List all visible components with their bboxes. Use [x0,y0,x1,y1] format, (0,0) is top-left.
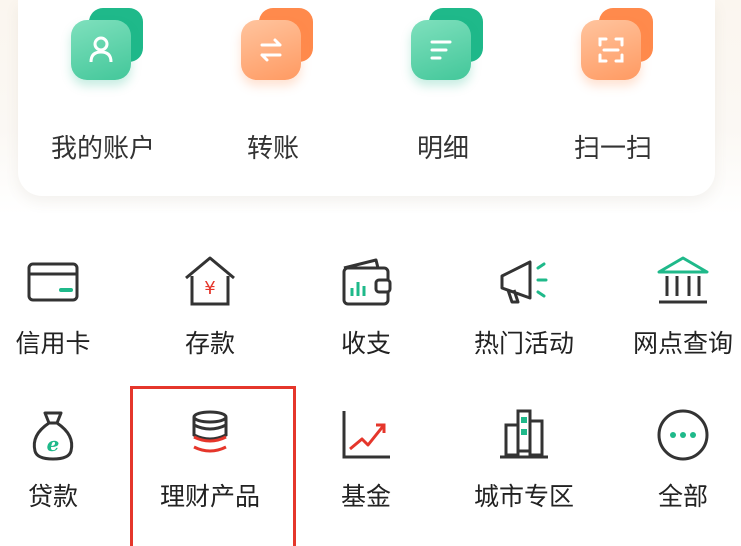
details-button[interactable]: 明细 [358,0,528,196]
svg-text:¥: ¥ [204,278,215,299]
details-label: 明细 [416,134,469,164]
credit-card-label: 信用卡 [15,329,91,358]
city-building-icon [494,405,554,465]
wallet-chart-icon [336,252,396,312]
svg-text:e: e [47,432,60,456]
income-expense-button[interactable]: 收支 [296,252,436,382]
deposit-house-icon: ¥ [180,252,240,312]
loan-button[interactable]: e 贷款 [0,405,123,535]
more-dots-icon [653,405,713,465]
all-services-button[interactable]: 全部 [613,405,741,535]
transfer-button[interactable]: 转账 [188,0,358,196]
fund-button[interactable]: 基金 [296,405,436,535]
deposit-label: 存款 [184,329,235,358]
city-zone-button[interactable]: 城市专区 [454,405,594,535]
credit-card-button[interactable]: 信用卡 [0,252,123,382]
fund-label: 基金 [340,482,391,511]
my-account-label: 我的账户 [50,134,155,164]
highlight-box [130,386,296,546]
all-services-label: 全部 [657,482,708,511]
my-account-button[interactable]: 我的账户 [18,0,188,196]
scan-icon [581,8,653,80]
quick-actions-card: 我的账户 转账 明细 扫一扫 [18,0,715,196]
credit-card-icon [23,252,83,312]
hot-events-label: 热门活动 [473,329,574,358]
person-icon [71,8,143,80]
money-bag-icon: e [23,405,83,465]
document-lines-icon [411,8,483,80]
transfer-label: 转账 [246,134,299,164]
deposit-button[interactable]: ¥ 存款 [140,252,280,382]
scan-button[interactable]: 扫一扫 [528,0,698,196]
transfer-arrows-icon [241,8,313,80]
branch-search-label: 网点查询 [632,329,733,358]
hot-events-button[interactable]: 热门活动 [454,252,594,382]
trend-chart-icon [336,405,396,465]
megaphone-icon [494,252,554,312]
bank-building-icon [653,252,713,312]
loan-label: 贷款 [27,482,78,511]
city-zone-label: 城市专区 [473,482,574,511]
income-expense-label: 收支 [340,329,391,358]
branch-search-button[interactable]: 网点查询 [613,252,741,382]
scan-label: 扫一扫 [573,134,652,164]
